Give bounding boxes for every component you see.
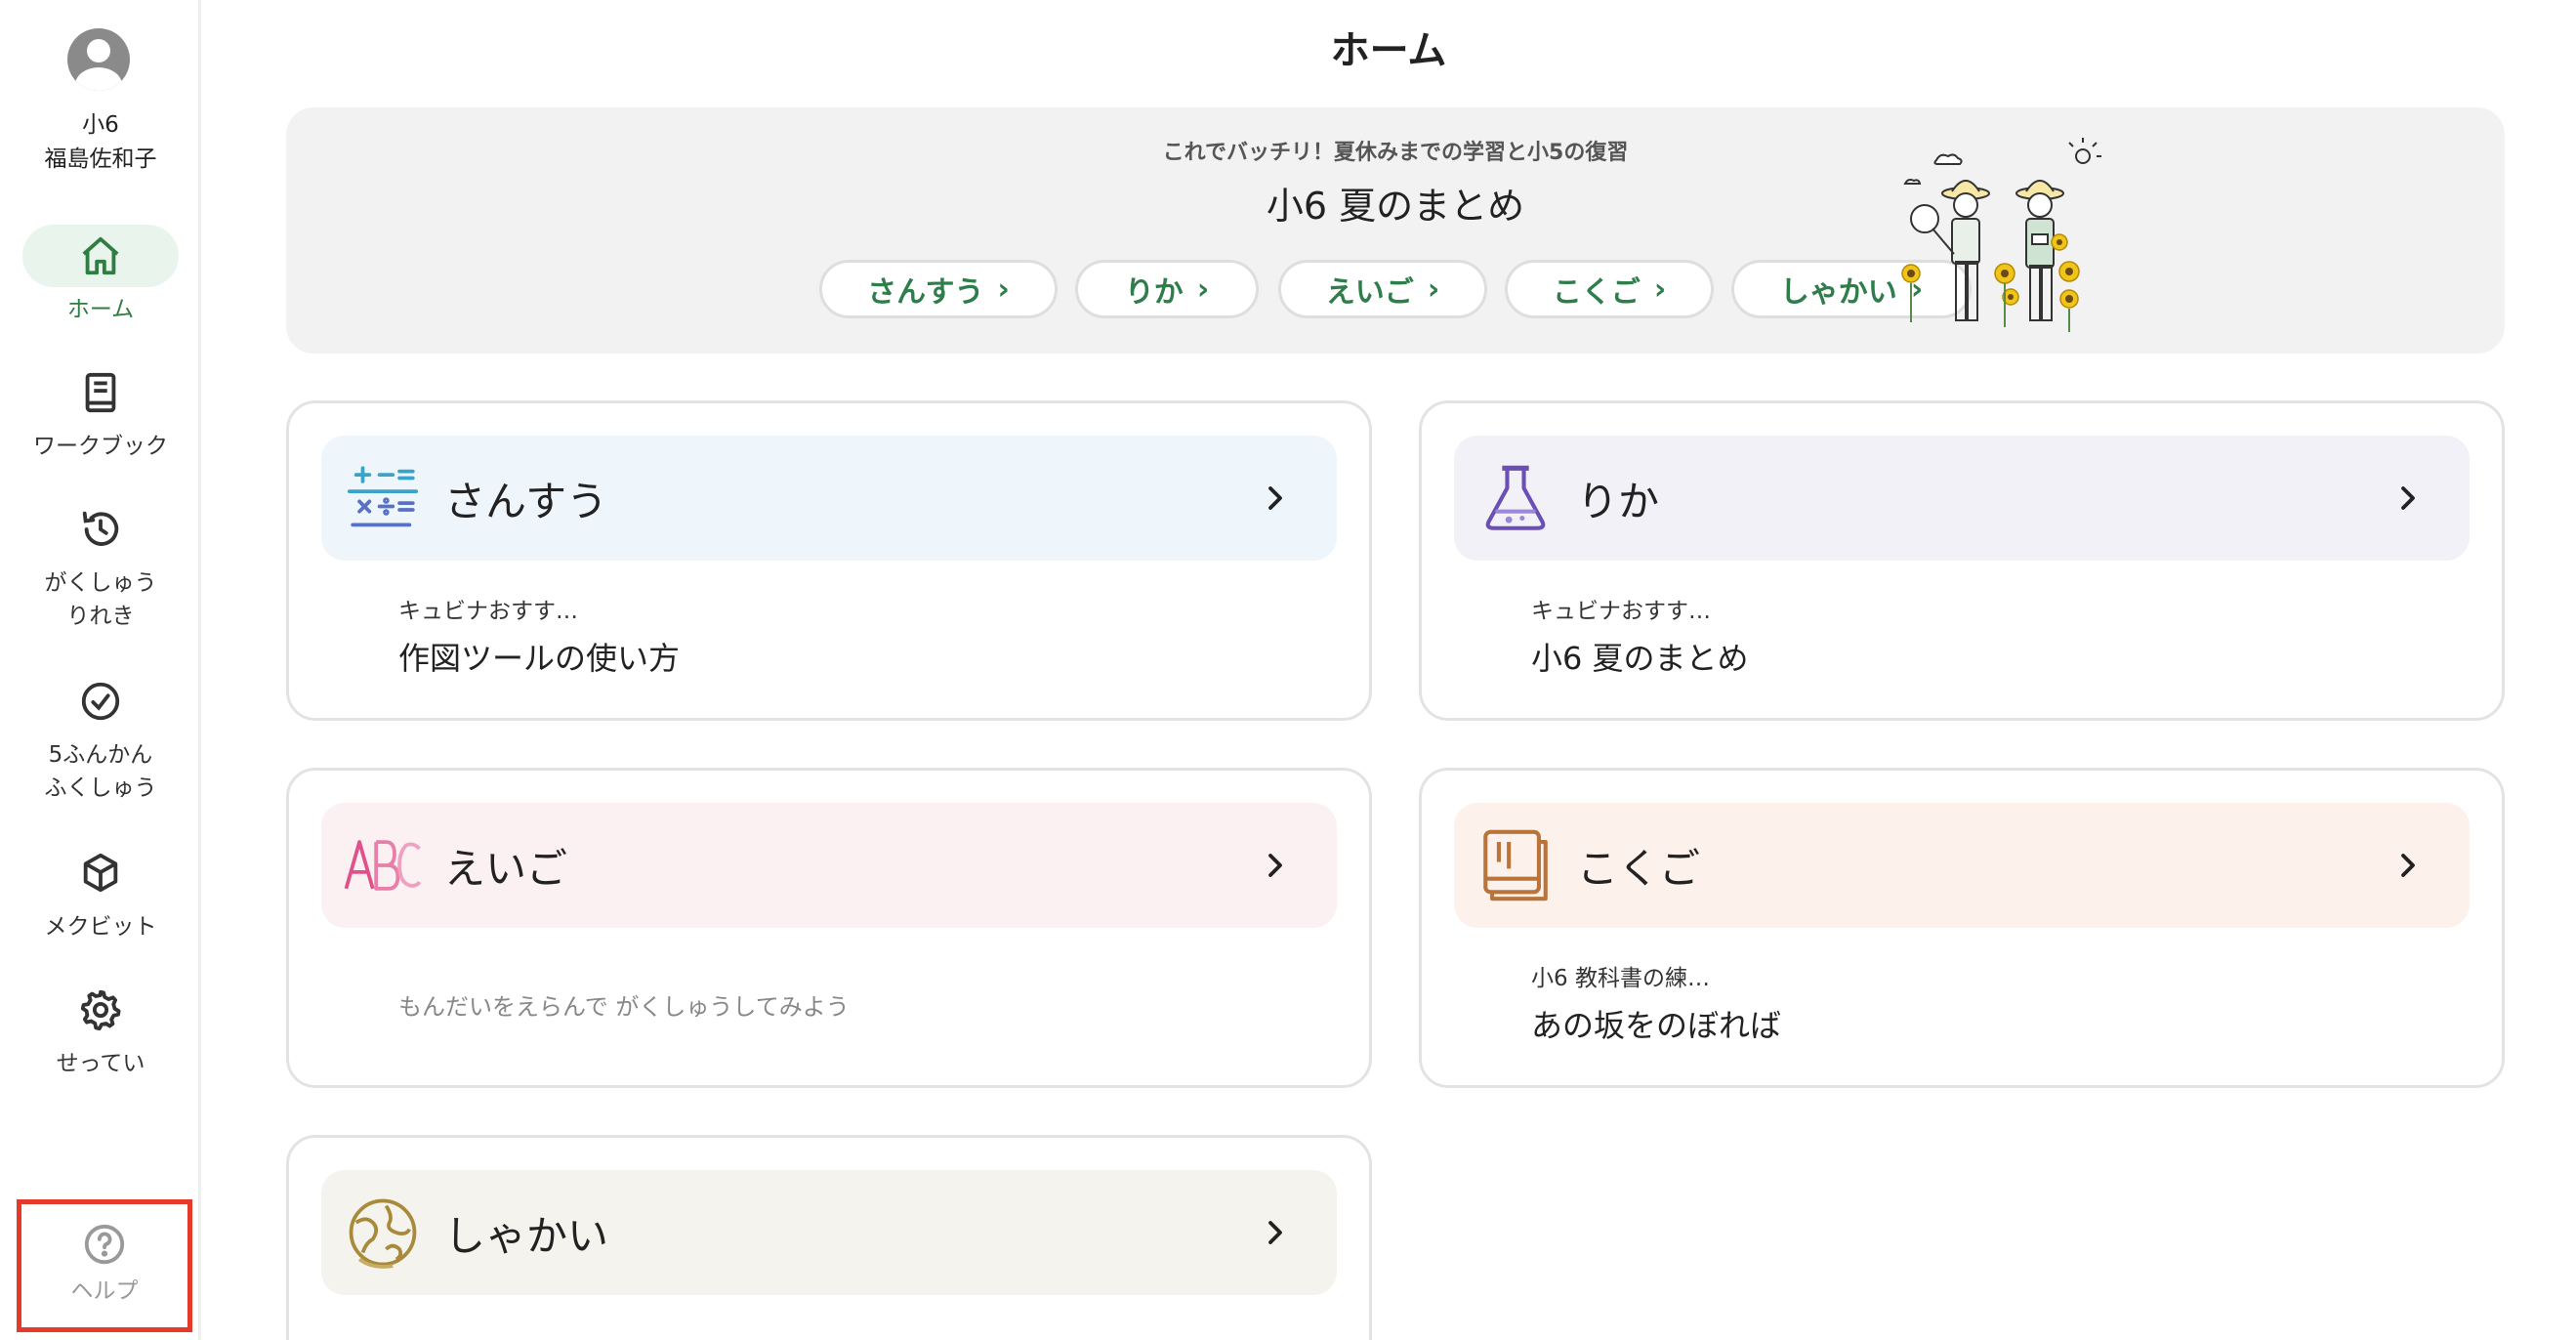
pill-label: こくご — [1552, 275, 1641, 310]
summer-kids-illustration — [1901, 138, 2101, 332]
gear-icon — [80, 989, 121, 1031]
recommend-title[interactable]: 作図ツールの使い方 — [398, 638, 680, 679]
recommend-title[interactable]: 小6 夏のまとめ — [1531, 638, 1749, 679]
chevron-right-icon — [1268, 854, 1282, 877]
recommend-label: キュビナおすす… — [398, 599, 578, 624]
notebook-icon — [1483, 829, 1548, 901]
label-line-2: ふくしゅう — [44, 775, 157, 801]
sidebar-item-label: ホーム — [66, 297, 135, 322]
user-grade: 小6 — [82, 112, 119, 138]
check-circle-icon — [81, 682, 120, 721]
chevron-right-icon — [2401, 486, 2415, 510]
recommend-label: キュビナおすす… — [1531, 599, 1711, 624]
mecbit-icon — [83, 853, 118, 893]
sidebar-item-history[interactable]: がくしゅう りれき — [0, 498, 201, 633]
banner-title: 小6 夏のまとめ — [1266, 185, 1525, 228]
subject-header-social[interactable]: しゃかい — [321, 1170, 1337, 1295]
subject-header-science[interactable]: りか — [1454, 436, 2470, 561]
banner-pill-math[interactable]: さんすう › — [819, 260, 1058, 318]
empty-hint: もんだいをえらんで がくしゅうしてみよう — [398, 993, 850, 1021]
math-icon — [347, 466, 419, 527]
subject-card-japanese: こくご 小6 教科書の練… あの坂をのぼれば — [1419, 768, 2505, 1088]
sidebar-item-workbook[interactable]: ワークブック — [0, 361, 201, 463]
sidebar-item-label: メクビット — [44, 914, 157, 940]
chevron-right-icon: › — [1427, 272, 1440, 307]
abc-icon — [344, 840, 422, 891]
subject-header-math[interactable]: さんすう — [321, 436, 1337, 561]
pill-label: りか — [1124, 275, 1184, 310]
recommend-label: 小6 教科書の練… — [1531, 966, 1710, 991]
subject-card-english: えいご もんだいをえらんで がくしゅうしてみよう — [286, 768, 1372, 1088]
subject-name: さんすう — [444, 477, 608, 525]
chevron-right-icon: › — [1653, 272, 1667, 307]
subject-card-social: しゃかい — [286, 1135, 1372, 1340]
chevron-right-icon — [1268, 1221, 1282, 1244]
help-label: ヘルプ — [70, 1278, 139, 1304]
label-line-1: がくしゅう — [44, 570, 157, 596]
subject-name: りか — [1577, 477, 1660, 525]
sidebar-item-label: せってい — [56, 1051, 145, 1076]
subject-card-math: さんすう キュビナおすす… 作図ツールの使い方 — [286, 400, 1372, 721]
summer-banner[interactable]: これでバッチリ！夏休みまでの学習と小5の復習 小6 夏のまとめ さんすう › りか… — [286, 107, 2505, 354]
recommend-title[interactable]: あの坂をのぼれば — [1531, 1005, 1781, 1046]
sidebar-item-label: がくしゅう りれき — [0, 566, 201, 633]
chevron-right-icon: › — [1196, 272, 1210, 307]
avatar[interactable] — [67, 28, 130, 91]
home-icon — [82, 236, 119, 275]
banner-pill-japanese[interactable]: こくご › — [1505, 260, 1714, 318]
history-icon — [82, 511, 119, 546]
subject-card-science: りか キュビナおすす… 小6 夏のまとめ — [1419, 400, 2505, 721]
subject-name: こくご — [1577, 844, 1701, 893]
subject-name: しゃかい — [444, 1211, 609, 1260]
pill-label: さんすう — [867, 275, 984, 310]
sidebar: 小6 福島佐和子 ホーム ワークブック がくしゅう りれき 5ふんかん ふくしゅ… — [0, 0, 201, 1340]
sidebar-item-review[interactable]: 5ふんかんふくしゅう — [0, 670, 201, 805]
flask-icon — [1485, 465, 1546, 530]
pill-label: えいご — [1325, 275, 1414, 310]
page-title: ホーム — [1330, 28, 1447, 73]
app-root: 小6 福島佐和子 ホーム ワークブック がくしゅう りれき 5ふんかん ふくしゅ… — [0, 0, 2576, 1340]
sidebar-item-settings[interactable]: せってい — [0, 979, 201, 1080]
chevron-right-icon — [2401, 854, 2415, 877]
sidebar-item-label: 5ふんかんふくしゅう — [0, 738, 201, 805]
pill-label: しゃかい — [1779, 275, 1897, 310]
chevron-right-icon — [1268, 486, 1282, 510]
help-button[interactable]: ヘルプ — [17, 1199, 192, 1332]
banner-subtitle: これでバッチリ！夏休みまでの学習と小5の復習 — [1162, 141, 1629, 165]
sidebar-item-label: ワークブック — [33, 434, 168, 459]
sidebar-item-mecbit[interactable]: メクビット — [0, 842, 201, 943]
globe-icon — [349, 1198, 417, 1269]
sidebar-item-home[interactable]: ホーム — [0, 225, 201, 326]
banner-pill-english[interactable]: えいご › — [1278, 260, 1487, 318]
subject-header-english[interactable]: えいご — [321, 803, 1337, 928]
workbook-icon — [85, 372, 116, 413]
label-line-1: 5ふんかん — [48, 742, 153, 768]
user-name: 福島佐和子 — [44, 147, 157, 172]
banner-pill-science[interactable]: りか › — [1075, 260, 1259, 318]
subject-name: えいご — [444, 844, 568, 893]
subject-header-japanese[interactable]: こくご — [1454, 803, 2470, 928]
label-line-2: りれき — [66, 604, 135, 629]
chevron-right-icon: › — [997, 272, 1010, 307]
help-icon — [84, 1224, 125, 1265]
